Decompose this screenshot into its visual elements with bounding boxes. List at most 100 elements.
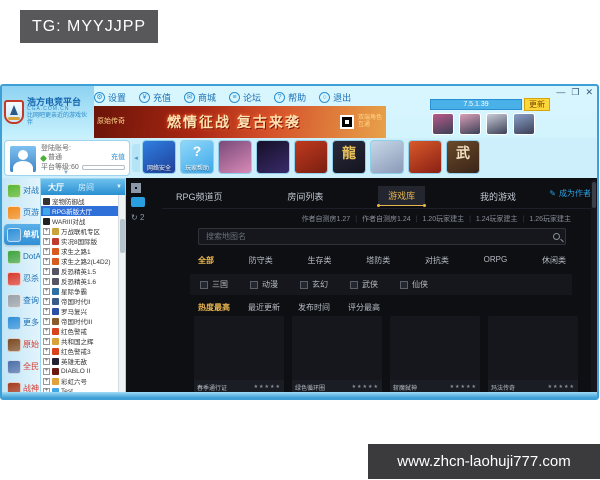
tree-item[interactable]: +彩虹六号 — [41, 376, 118, 386]
checkbox[interactable] — [300, 281, 308, 289]
expand-icon[interactable]: + — [43, 238, 50, 245]
sort-热度最高[interactable]: 热度最高 — [198, 302, 230, 313]
tree-tab-大厅[interactable]: 大厅 — [41, 182, 71, 193]
refresh-icon[interactable]: ↻ — [131, 213, 138, 222]
game-thumb[interactable] — [294, 140, 328, 174]
tree-item[interactable]: WARIII对战 — [41, 216, 118, 226]
category-ORPG[interactable]: ORPG — [484, 255, 508, 266]
quick-link[interactable]: 1.26玩家建主 — [529, 214, 571, 224]
tree-item[interactable]: +红色警戒 — [41, 326, 118, 336]
category-防守类[interactable]: 防守类 — [249, 255, 273, 266]
sidebar-tab-忍杀[interactable]: 忍杀 — [4, 268, 40, 289]
become-author-link[interactable]: ✎ 成为作者 — [549, 188, 591, 199]
recharge-button[interactable]: ¥充值 — [139, 91, 171, 104]
game-thumb[interactable]: 武 — [446, 140, 480, 174]
checkbox[interactable] — [350, 281, 358, 289]
expand-icon[interactable]: + — [43, 228, 50, 235]
chevron-down-icon[interactable]: ▼ — [116, 184, 122, 190]
tree-item[interactable]: +罗马复兴 — [41, 306, 118, 316]
expand-icon[interactable]: + — [43, 338, 50, 345]
expand-icon[interactable]: + — [43, 378, 50, 385]
tree-item[interactable]: +共和国之辉 — [41, 336, 118, 346]
gear-button[interactable]: ⚙设置 — [94, 91, 126, 104]
tree-item[interactable]: +实况8国际版 — [41, 236, 118, 246]
ad-banner[interactable]: 原始传奇 燃情征战 复古来袭 双端角色互通 — [94, 106, 386, 138]
expand-icon[interactable]: + — [43, 308, 50, 315]
map-card[interactable]: 8131玛法传奇玛法传奇★★★★★ — [488, 316, 578, 394]
game-thumb[interactable] — [218, 140, 252, 174]
minimize-button[interactable]: — — [556, 87, 565, 98]
tab-房间列表[interactable]: 房间列表 — [277, 187, 333, 206]
quick-link[interactable]: 作者自测房1.27 — [302, 214, 351, 224]
tree-item[interactable]: +帝国时代III — [41, 316, 118, 326]
tag-filter-仙侠[interactable]: 仙侠 — [400, 279, 428, 290]
tree-scrollbar-thumb[interactable] — [120, 219, 125, 253]
expand-icon[interactable]: + — [43, 328, 50, 335]
tree-item[interactable]: +红色警戒3 — [41, 346, 118, 356]
tag-filter-玄幻[interactable]: 玄幻 — [300, 279, 328, 290]
exit-button[interactable]: ○退出 — [319, 91, 351, 104]
sidebar-tab-页游[interactable]: 页游 — [4, 202, 40, 223]
help-button[interactable]: ?帮助 — [274, 91, 306, 104]
expand-icon[interactable]: + — [43, 298, 50, 305]
tree-item[interactable]: +DIABLO II — [41, 366, 118, 376]
tab-我的游戏[interactable]: 我的游戏 — [470, 187, 526, 206]
checkbox[interactable] — [400, 281, 408, 289]
category-塔防类[interactable]: 塔防类 — [366, 255, 390, 266]
panel-expand-caret[interactable]: ▼ — [63, 170, 69, 176]
category-全部[interactable]: 全部 — [198, 255, 214, 266]
close-button[interactable]: ✕ — [585, 87, 593, 98]
expand-icon[interactable]: + — [43, 358, 50, 365]
expand-icon[interactable]: + — [43, 248, 50, 255]
quick-link[interactable]: 1.20玩家建主 — [422, 214, 464, 224]
sort-发布时间[interactable]: 发布时间 — [298, 302, 330, 313]
game-thumb[interactable] — [370, 140, 404, 174]
tree-item[interactable]: +求生之路1 — [41, 246, 118, 256]
expand-icon[interactable]: + — [43, 258, 50, 265]
search-icon[interactable] — [553, 233, 560, 240]
tag-filter-武侠[interactable]: 武侠 — [350, 279, 378, 290]
tree-item[interactable]: RPG新版大厅 — [41, 206, 118, 216]
tree-item[interactable]: +求生之路2(L4D2) — [41, 256, 118, 266]
tree-item[interactable]: +帝国时代II — [41, 296, 118, 306]
category-对抗类[interactable]: 对抗类 — [425, 255, 449, 266]
expand-icon[interactable]: + — [43, 368, 50, 375]
tree-item[interactable]: +反恐精英1.6 — [41, 276, 118, 286]
game-thumb[interactable] — [408, 140, 442, 174]
sidebar-tab-DotA[interactable]: DotA — [4, 246, 40, 267]
tree-scrollbar[interactable] — [118, 195, 125, 395]
tree-item[interactable]: +英雄无敌 — [41, 356, 118, 366]
game-thumb[interactable]: 龍 — [332, 140, 366, 174]
sidebar-tab-全民[interactable]: 全民 — [4, 356, 40, 377]
checkbox[interactable] — [250, 281, 258, 289]
map-card[interactable]: 8544斩魔弑神斩魔弑神★★★★★ — [390, 316, 480, 394]
tree-item[interactable]: 宠物防御战 — [41, 196, 118, 206]
tree-item[interactable]: +星际争霸 — [41, 286, 118, 296]
update-button[interactable]: 更新 — [524, 98, 550, 111]
forum-button[interactable]: ≡论坛 — [229, 91, 261, 104]
expand-icon[interactable]: + — [43, 278, 50, 285]
expand-icon[interactable]: + — [43, 318, 50, 325]
sidebar-tab-原始[interactable]: 原始 — [4, 334, 40, 355]
sidebar-tab-对战[interactable]: 对战 — [4, 180, 40, 201]
sidebar-tab-查询[interactable]: 查询 — [4, 290, 40, 311]
sort-评分最高[interactable]: 评分最高 — [348, 302, 380, 313]
tab-游戏库[interactable]: 游戏库 — [378, 186, 425, 206]
category-休闲类[interactable]: 休闲类 — [542, 255, 566, 266]
avatar[interactable] — [459, 113, 481, 135]
search-input[interactable] — [204, 231, 553, 242]
collapse-strip-button[interactable]: ◂ — [132, 144, 140, 172]
tag-filter-三国[interactable]: 三国 — [200, 279, 228, 290]
content-scrollbar-thumb[interactable] — [592, 182, 596, 208]
sidebar-tab-更多[interactable]: 更多 — [4, 312, 40, 333]
strip-item-玩家帮助[interactable]: ?玩家帮助 — [180, 140, 214, 174]
grid-view-icon[interactable] — [131, 183, 141, 193]
avatar[interactable] — [432, 113, 454, 135]
channel-view-icon[interactable] — [131, 197, 145, 207]
tree-item[interactable]: +万战联机专区 — [41, 226, 118, 236]
recharge-link[interactable]: 充值 — [111, 153, 125, 162]
game-thumb[interactable] — [256, 140, 290, 174]
avatar[interactable] — [513, 113, 535, 135]
expand-icon[interactable]: + — [43, 288, 50, 295]
sort-最近更新[interactable]: 最近更新 — [248, 302, 280, 313]
